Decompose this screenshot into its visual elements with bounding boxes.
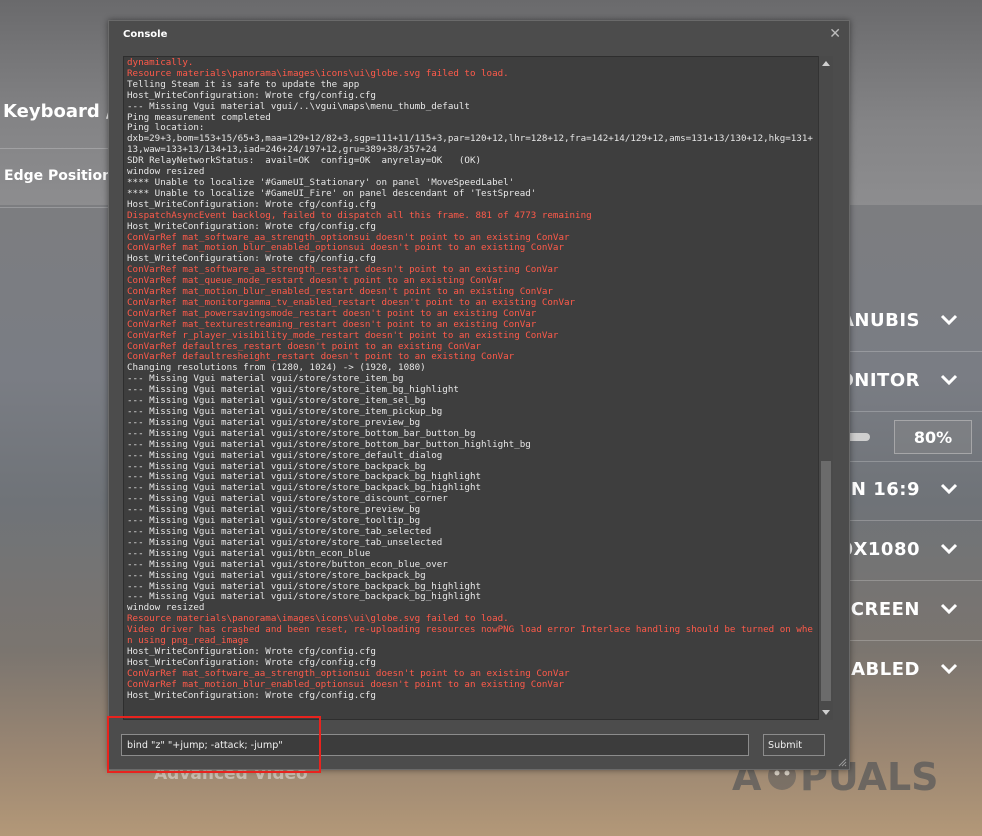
divider	[832, 640, 982, 641]
console-line: Host_WriteConfiguration: Wrote cfg/confi…	[127, 89, 376, 101]
divider	[832, 461, 982, 462]
console-output[interactable]: dynamically. Resource materials\panorama\…	[123, 56, 820, 720]
scrollbar-thumb[interactable]	[821, 461, 831, 701]
console-line: ConVarRef r_player_visibility_mode_resta…	[127, 329, 559, 341]
divider	[0, 148, 110, 149]
console-line: --- Missing Vgui material vgui/store/sto…	[127, 591, 482, 603]
console-window: Console ✕ dynamically. Resource materials…	[108, 20, 850, 770]
setting-laptop-power[interactable]: ISABLED	[830, 643, 982, 701]
console-line: Host_WriteConfiguration: Wrote cfg/confi…	[127, 689, 376, 701]
chevron-down-icon[interactable]	[936, 367, 962, 393]
submit-button[interactable]: Submit	[763, 734, 825, 756]
setting-value: ANUBIS	[840, 310, 920, 331]
console-line: --- Missing Vgui material vgui/..\vgui\m…	[127, 100, 470, 112]
highlight-annotation-box	[107, 716, 321, 773]
divider	[832, 580, 982, 581]
setting-resolution[interactable]: 20X1080	[827, 523, 982, 581]
console-scrollbar[interactable]	[818, 56, 833, 720]
divider	[832, 411, 982, 412]
console-title: Console	[123, 29, 168, 40]
console-line: --- Missing Vgui material vgui/store/sto…	[127, 449, 443, 461]
console-line: Host_WriteConfiguration: Wrote cfg/confi…	[127, 220, 376, 232]
setting-map[interactable]: ANUBIS	[832, 294, 982, 352]
scroll-up-arrow-icon[interactable]	[819, 56, 833, 70]
divider	[0, 207, 110, 208]
chevron-down-icon[interactable]	[936, 307, 962, 333]
divider	[832, 351, 982, 352]
setting-display-mode[interactable]: MONITOR	[820, 354, 982, 412]
console-line: DispatchAsyncEvent backlog, failed to di…	[127, 209, 592, 221]
divider	[832, 520, 982, 521]
setting-fullscreen[interactable]: LSCREEN	[825, 583, 982, 641]
chevron-down-icon[interactable]	[936, 656, 962, 682]
console-line: --- Missing Vgui material vgui/store/sto…	[127, 569, 426, 581]
setting-aspect-ratio[interactable]: EEN 16:9	[825, 463, 982, 521]
edge-positions-label: Edge Positions	[4, 168, 121, 184]
close-icon[interactable]: ✕	[829, 26, 841, 42]
console-line: --- Missing Vgui material vgui/store/but…	[127, 558, 448, 570]
console-line: --- Missing Vgui material vgui/store/sto…	[127, 438, 531, 450]
console-line: dxb=29+3,bom=153+15/65+3,maa=129+12/82+3…	[127, 133, 813, 156]
console-titlebar[interactable]: Console ✕	[109, 21, 849, 47]
chevron-down-icon[interactable]	[936, 536, 962, 562]
chevron-down-icon[interactable]	[936, 596, 962, 622]
resize-grip-icon[interactable]	[837, 757, 847, 767]
scroll-down-arrow-icon[interactable]	[819, 706, 833, 720]
console-line: SDR RelayNetworkStatus: avail=OK config=…	[127, 155, 482, 167]
console-line: ConVarRef mat_motion_blur_enabled_option…	[127, 678, 564, 690]
console-output-lines: dynamically. Resource materials\panorama\…	[127, 57, 817, 701]
brightness-value[interactable]: 80%	[894, 420, 972, 454]
chevron-down-icon[interactable]	[936, 476, 962, 502]
console-line: Ping measurement completed	[127, 111, 271, 123]
console-line: Video driver has crashed and been reset,…	[127, 624, 813, 647]
